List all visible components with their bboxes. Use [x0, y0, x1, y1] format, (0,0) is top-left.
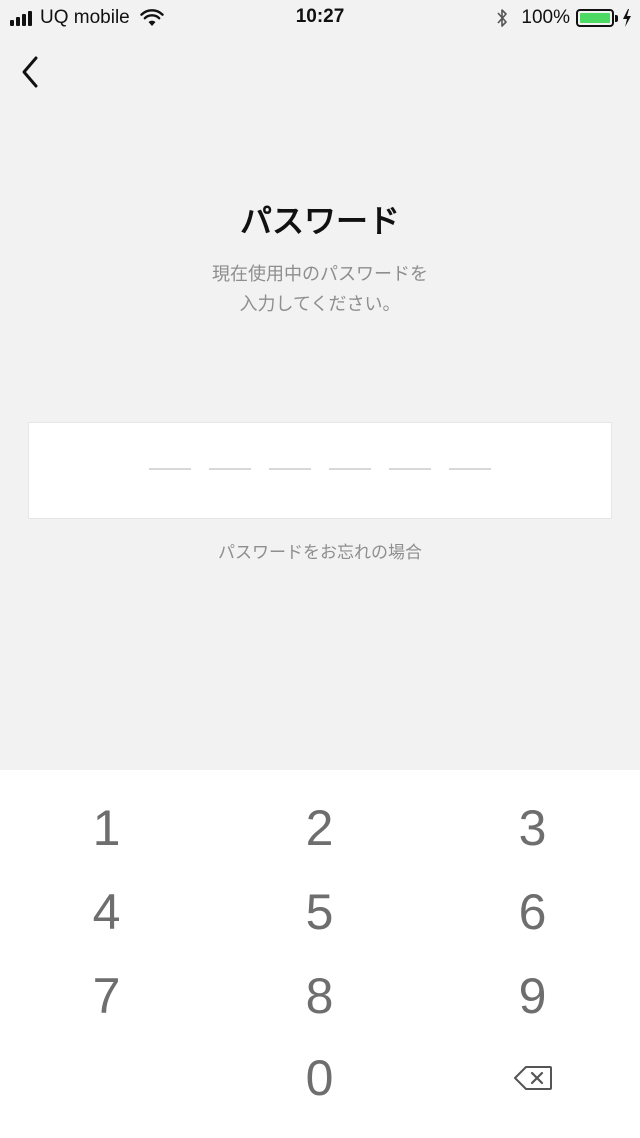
- delete-button[interactable]: [426, 1036, 639, 1120]
- status-bar: UQ mobile 10:27 100%: [0, 0, 640, 36]
- backspace-icon: [513, 1066, 552, 1090]
- status-bar-right: 100%: [495, 6, 632, 30]
- battery-icon: [576, 9, 614, 27]
- battery-percent: 100%: [521, 7, 570, 28]
- key-9[interactable]: 9: [426, 954, 639, 1038]
- password-input[interactable]: [28, 422, 612, 519]
- password-slot: [389, 468, 431, 470]
- password-slot: [149, 468, 191, 470]
- password-slot: [269, 468, 311, 470]
- description-line-2: 入力してください。: [239, 294, 401, 315]
- battery-level: [580, 13, 610, 23]
- bluetooth-icon: [497, 9, 508, 27]
- key-2[interactable]: 2: [213, 786, 426, 870]
- password-slot: [329, 468, 371, 470]
- numeric-keypad: 1 2 3 4 5 6 7 8 9 0: [0, 770, 640, 1138]
- charging-bolt-icon: [623, 9, 631, 27]
- back-button[interactable]: [10, 50, 50, 94]
- battery-tip: [615, 14, 618, 22]
- key-4[interactable]: 4: [0, 870, 213, 954]
- key-5[interactable]: 5: [213, 870, 426, 954]
- chevron-left-icon: [22, 56, 38, 88]
- password-slot: [209, 468, 251, 470]
- page-title: パスワード: [239, 202, 400, 240]
- forgot-password-link[interactable]: パスワードをお忘れの場合: [0, 538, 640, 563]
- key-8[interactable]: 8: [213, 954, 426, 1038]
- key-6[interactable]: 6: [426, 870, 639, 954]
- description-line-1: 現在使用中のパスワードを: [212, 264, 428, 285]
- key-0[interactable]: 0: [213, 1036, 426, 1120]
- password-slot: [449, 468, 491, 470]
- password-slots: [149, 468, 509, 470]
- key-7[interactable]: 7: [0, 954, 213, 1038]
- page-description: 現在使用中のパスワードを 入力してください。: [0, 260, 640, 320]
- key-1[interactable]: 1: [0, 786, 213, 870]
- key-3[interactable]: 3: [426, 786, 639, 870]
